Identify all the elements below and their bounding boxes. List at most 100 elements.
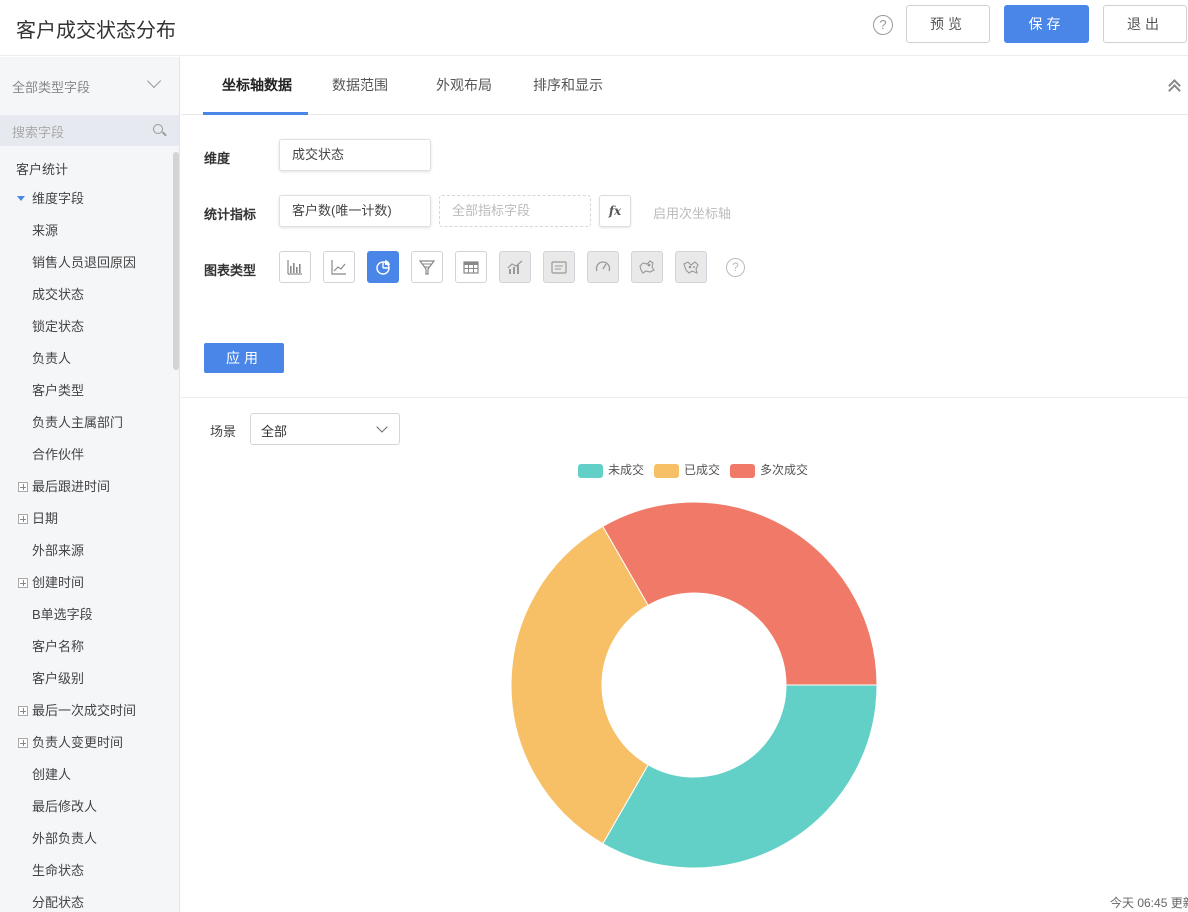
chart-type-table[interactable]	[455, 251, 487, 283]
sidebar-field-label: 生命状态	[32, 863, 85, 878]
main-panel: 坐标轴数据 数据范围 外观布局 排序和显示 维度 成交状态 统计指标 客户数(唯…	[181, 57, 1188, 912]
legend-label: 未成交	[608, 463, 645, 477]
scene-value: 全部	[261, 424, 288, 439]
sidebar-field-item[interactable]: 外部负责人	[32, 823, 97, 855]
preview-button[interactable]: 预览	[906, 5, 990, 43]
section-divider	[181, 397, 1188, 398]
save-button[interactable]: 保存	[1004, 5, 1089, 43]
sidebar-field-item[interactable]: 生命状态	[32, 855, 84, 887]
sidebar-field-label: 负责人	[32, 351, 72, 366]
sidebar-field-item[interactable]: 最后跟进时间	[18, 471, 111, 503]
sidebar-field-item[interactable]: 最后一次成交时间	[18, 695, 137, 727]
expand-plus-icon[interactable]	[18, 706, 28, 716]
chart-type-card[interactable]	[543, 251, 575, 283]
scene-label: 场景	[210, 424, 237, 439]
legend-label: 多次成交	[760, 463, 809, 477]
sidebar-field-item[interactable]: 合作伙伴	[32, 439, 84, 471]
expand-plus-icon[interactable]	[18, 482, 28, 492]
sidebar-field-item[interactable]: 负责人	[32, 343, 71, 375]
scene-select[interactable]: 全部	[250, 413, 400, 445]
sidebar-field-item[interactable]: 客户名称	[32, 631, 84, 663]
sidebar-field-label: 创建人	[32, 767, 72, 782]
sidebar-field-item[interactable]: 负责人主属部门	[32, 407, 123, 439]
sidebar-field-label: 客户级别	[32, 671, 85, 686]
china-map-icon	[639, 260, 655, 274]
sidebar-field-item[interactable]: 日期	[18, 503, 59, 535]
sidebar-field-item[interactable]: 客户级别	[32, 663, 84, 695]
secondary-axis-toggle[interactable]: 启用次坐标轴	[653, 203, 731, 222]
sidebar-field-item[interactable]: 成交状态	[32, 279, 84, 311]
metric-dropzone[interactable]: 全部指标字段	[439, 195, 591, 227]
chart-type-help-icon[interactable]: ?	[726, 258, 745, 277]
chart-type-funnel[interactable]	[411, 251, 443, 283]
chart-type-bar[interactable]	[279, 251, 311, 283]
search-icon[interactable]	[153, 124, 163, 134]
legend-swatch	[654, 463, 679, 478]
chart-type-gauge[interactable]	[587, 251, 619, 283]
sidebar-field-item[interactable]: 客户类型	[32, 375, 84, 407]
chevron-down-icon	[146, 73, 162, 89]
sidebar-scrollbar[interactable]	[173, 152, 179, 370]
chart-type-world-map[interactable]	[675, 251, 707, 283]
formula-button[interactable]: fx	[599, 195, 631, 227]
tab-axis-data[interactable]: 坐标轴数据	[222, 75, 292, 95]
chart-type-combo[interactable]	[499, 251, 531, 283]
line-chart-icon	[331, 260, 346, 275]
donut-slice-2[interactable]	[602, 501, 878, 686]
donut-slice-1[interactable]	[510, 525, 649, 845]
sidebar-field-label: 最后一次成交时间	[32, 703, 137, 718]
chart-type-label: 图表类型	[204, 263, 257, 278]
expand-plus-icon[interactable]	[18, 578, 28, 588]
sidebar-field-label: 客户类型	[32, 383, 85, 398]
pie-chart-icon	[376, 260, 390, 275]
tab-data-range[interactable]: 数据范围	[332, 75, 388, 95]
sidebar-field-item[interactable]: 创建人	[32, 759, 71, 791]
sidebar-field-item[interactable]: 创建时间	[18, 567, 84, 599]
active-tab-indicator	[203, 112, 308, 115]
search-placeholder: 搜索字段	[12, 125, 65, 140]
field-type-select[interactable]: 全部类型字段	[0, 57, 179, 113]
sidebar-field-item[interactable]: B单选字段	[32, 599, 93, 631]
help-icon[interactable]: ?	[873, 15, 893, 35]
tab-sort-display[interactable]: 排序和显示	[533, 75, 603, 95]
sidebar-field-item[interactable]: 锁定状态	[32, 311, 84, 343]
legend-item-not-closed[interactable]: 未成交	[578, 462, 644, 478]
sidebar-field-item[interactable]: 负责人变更时间	[18, 727, 123, 759]
chart-type-line[interactable]	[323, 251, 355, 283]
chart-type-pie[interactable]	[367, 251, 399, 283]
sidebar-field-label: 日期	[32, 511, 59, 526]
apply-button[interactable]: 应用	[204, 343, 284, 373]
legend-item-multiple[interactable]: 多次成交	[730, 462, 808, 478]
tree-root[interactable]: 客户统计	[16, 154, 68, 186]
expand-plus-icon[interactable]	[18, 738, 28, 748]
tab-appearance[interactable]: 外观布局	[436, 75, 492, 95]
sidebar-field-item[interactable]: 外部来源	[32, 535, 84, 567]
legend-swatch	[578, 463, 603, 478]
tree-group-dimensions[interactable]: 维度字段	[17, 183, 84, 215]
sidebar-field-item[interactable]: 分配状态	[32, 887, 84, 912]
sidebar-field-label: 最后跟进时间	[32, 479, 111, 494]
world-map-icon	[683, 261, 699, 274]
sidebar-field-label: 最后修改人	[32, 799, 98, 814]
sidebar-field-item[interactable]: 销售人员退回原因	[32, 247, 136, 279]
chart-type-china-map[interactable]	[631, 251, 663, 283]
donut-slice-0[interactable]	[602, 684, 878, 869]
update-time: 今天 06:45 更新	[1110, 896, 1188, 910]
legend-item-closed[interactable]: 已成交	[654, 462, 720, 478]
sidebar-field-item[interactable]: 来源	[32, 215, 58, 247]
metric-field[interactable]: 客户数(唯一计数)	[279, 195, 431, 227]
collapse-icon[interactable]	[1168, 77, 1182, 97]
exit-button[interactable]: 退出	[1103, 5, 1187, 43]
header: 客户成交状态分布 ? 预览 保存 退出	[0, 0, 1188, 56]
field-search-input[interactable]: 搜索字段	[0, 115, 179, 146]
sidebar-field-item[interactable]: 最后修改人	[32, 791, 97, 823]
sidebar-field-label: 负责人主属部门	[32, 415, 124, 430]
funnel-chart-icon	[418, 260, 436, 275]
expand-plus-icon[interactable]	[18, 514, 28, 524]
sidebar-field-label: 来源	[32, 223, 59, 238]
sidebar-field-label: 外部来源	[32, 543, 85, 558]
sidebar-field-label: 客户名称	[32, 639, 85, 654]
caret-down-icon[interactable]	[17, 196, 25, 201]
dimension-field[interactable]: 成交状态	[279, 139, 431, 171]
sidebar-field-label: 成交状态	[32, 287, 85, 302]
